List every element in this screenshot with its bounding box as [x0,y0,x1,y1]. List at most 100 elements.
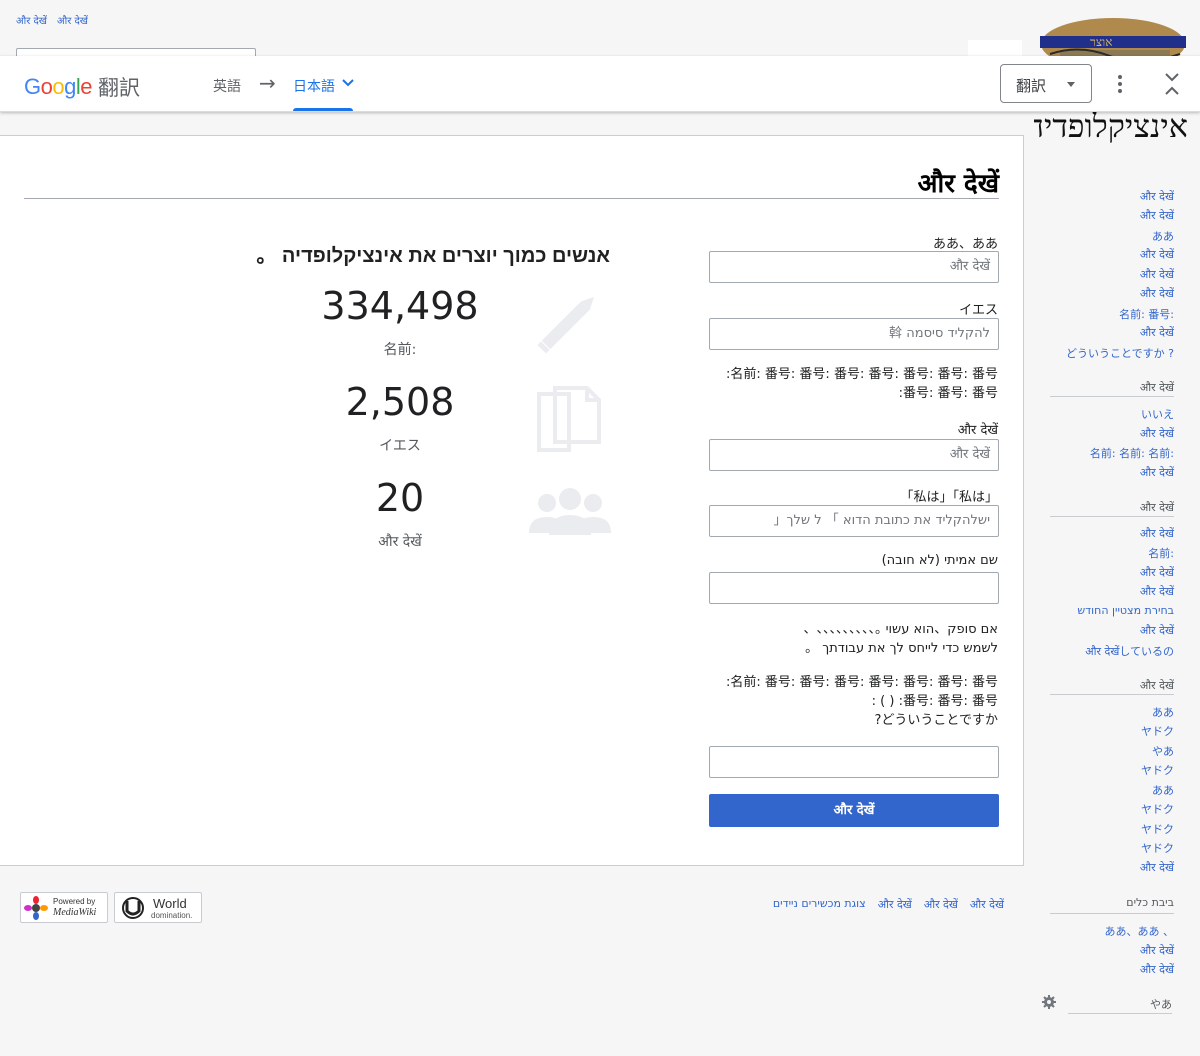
personal-link[interactable]: और देखें [16,13,47,27]
sidebar-link[interactable]: और देखें [1140,526,1174,541]
collapse-icon[interactable] [1160,71,1184,97]
footer-link-mobile-view[interactable]: צוגת מכשירים ניידים [773,897,866,912]
footer-links: और देखें और देखें और देखें צוגת מכשירים … [773,897,1004,912]
sidebar-link[interactable]: ヤドク [1141,821,1174,837]
language-settings[interactable]: やあ [1060,996,1172,1012]
sidebar-link[interactable]: और देखें [1140,267,1174,282]
real-name-input[interactable] [709,572,999,604]
sidebar-link[interactable]: やあ [1152,743,1174,759]
sidebar-link[interactable]: ああ、ああ 、 [1105,923,1175,939]
footer-link[interactable]: और देखें [878,897,912,912]
password-hint: 名前: 番号: 番号: 番号: 番号: 番号: 番号: 番号: 番号: 番号: … [726,365,998,403]
captcha-help-line: 番号: 番号: 番号: ( ) : [871,694,998,709]
sidebar-link[interactable]: ああ [1152,704,1174,720]
sidebar-link[interactable]: और देखें [1140,189,1174,204]
captcha-help-line: 名前: 番号: 番号: 番号: 番号: 番号: 番号: 番号: [726,675,998,690]
source-language-tab[interactable]: 英語 [213,76,241,96]
password-label: イエス [959,303,998,318]
gear-icon[interactable] [1042,995,1056,1009]
dropdown-label: 翻訳 [1016,77,1047,95]
footer-link[interactable]: और देखें [924,897,958,912]
username-input[interactable]: और देखें [709,251,999,283]
username-label: ああ、ああ [932,237,998,252]
world-domination-logo-icon [122,897,144,919]
password-input[interactable]: להקליד סיסמה 斡 [709,318,999,350]
sidebar-link[interactable]: और देखें [1140,286,1174,301]
sidebar-link[interactable]: 名前: [1148,545,1174,561]
translate-toolbar: Google 翻訳 英語 → 日本語 翻訳 [0,56,1200,112]
translate-title: 翻訳 [98,77,141,100]
sidebar-divider [1050,516,1174,517]
stat-users-label: और देखें [378,534,422,550]
sidebar-link[interactable]: ヤドク [1141,801,1174,817]
chevron-down-icon[interactable] [341,76,355,90]
more-vert-icon[interactable] [1110,73,1130,95]
google-translate-logo: Google 翻訳 [24,72,140,102]
badge-text: domination. [151,911,193,920]
sidebar-link[interactable]: और देखें [1140,584,1174,599]
sidebar-divider [1068,1013,1172,1014]
sidebar-link[interactable]: और देखें [1140,943,1174,958]
badge-text: Powered by [53,897,96,906]
sidebar-link[interactable]: ああ [1152,782,1174,798]
world-domination-badge[interactable]: World domination. [114,892,202,923]
password-hint-line: 名前: 番号: 番号: 番号: 番号: 番号: 番号: 番号: [726,367,998,382]
sidebar-link[interactable]: ヤドク [1141,762,1174,778]
sidebar-link[interactable]: और देखें [1140,465,1174,480]
mediawiki-flower-icon [24,896,48,920]
google-logo: Google [24,74,93,99]
sidebar-link[interactable]: どういうことですか ? [1066,345,1174,361]
sidebar-link[interactable]: और देखेंしているの [1085,643,1174,659]
sidebar-link[interactable]: और देखें [1140,208,1174,223]
captcha-help: 名前: 番号: 番号: 番号: 番号: 番号: 番号: 番号: 番号: 番号: … [726,673,998,730]
sidebar-link[interactable]: ヤドク [1141,840,1174,856]
sidebar-link[interactable]: 名前: 名前: 名前: [1090,445,1174,461]
sidebar-link[interactable]: और देखें [1140,623,1174,638]
sidebar-divider [1050,396,1174,397]
sidebar-link[interactable]: और देखें [1140,962,1174,977]
personal-link[interactable]: और देखें [57,13,88,27]
svg-text:אוצר: אוצר [1090,35,1112,49]
sidebar-link[interactable]: 名前: 番号: [1119,306,1174,322]
captcha-help-link[interactable]: どういうことですか? [726,711,998,730]
sidebar-link[interactable]: और देखें [1140,325,1174,340]
caret-down-icon [1067,82,1075,87]
pencil-icon [537,296,595,354]
sidebar-link[interactable]: いいえ [1141,406,1174,422]
sidebar-divider [1050,913,1174,914]
sidebar-heading: ביבת כלים [1126,896,1174,909]
email-label: 「私は」「私は」 [900,490,998,505]
email-input[interactable]: ישלהקליד את כתובת הדוא 」 ל שלך「 [709,505,999,537]
sidebar-divider [1050,694,1174,695]
password-hint-line: 番号: 番号: 番号: [898,386,998,401]
arrow-right-icon: → [259,71,276,95]
sidebar-heading: और देखें [1139,381,1174,394]
footer-link[interactable]: और देखें [970,897,1004,912]
real-name-label: שם אמיתי (לא חובה) [881,553,998,568]
captcha-input[interactable] [709,746,999,778]
sidebar-link[interactable]: और देखें [1140,565,1174,580]
confirm-password-label: और देखें [957,423,998,438]
stat-edits-label: 名前: [383,342,417,358]
confirm-password-input[interactable]: और देखें [709,439,999,471]
sidebar-link[interactable]: और देखें [1140,426,1174,441]
sidebar-link[interactable]: ヤドク [1141,723,1174,739]
stat-edits-number: 334,498 [321,284,479,328]
sidebar-link[interactable]: और देखें [1140,247,1174,262]
create-account-button[interactable]: और देखें [709,794,999,827]
promo-heading: אנשים כמוך יוצרים את אינציקלופדיה 。 [256,245,610,267]
badge-text: World [153,896,187,911]
powered-by-mediawiki-badge[interactable]: Powered by MediaWiki [20,892,108,923]
sidebar-link[interactable]: ああ [1152,228,1174,244]
sidebar-heading: और देखें [1139,501,1174,514]
sidebar-link[interactable]: בחירת מצטיין החודש [1077,604,1174,617]
help-line: לשמש כדי לייחס לך את עבודתך 。 [805,641,998,656]
sidebar-link[interactable]: और देखें [1140,860,1174,875]
target-language-tab[interactable]: 日本語 [293,76,335,96]
main-content: और देखें ああ、ああ और देखें イエス להקליד סיסמה… [0,135,1024,866]
stat-pages-label: イエス [379,438,421,454]
pages-icon [537,386,601,452]
real-name-help: אם סופק、הוא עשוי 。、、、、、、、、、、 לשמש כדי לי… [803,620,998,658]
stat-users-number: 20 [375,476,425,520]
translate-mode-dropdown[interactable]: 翻訳 [1000,64,1092,103]
